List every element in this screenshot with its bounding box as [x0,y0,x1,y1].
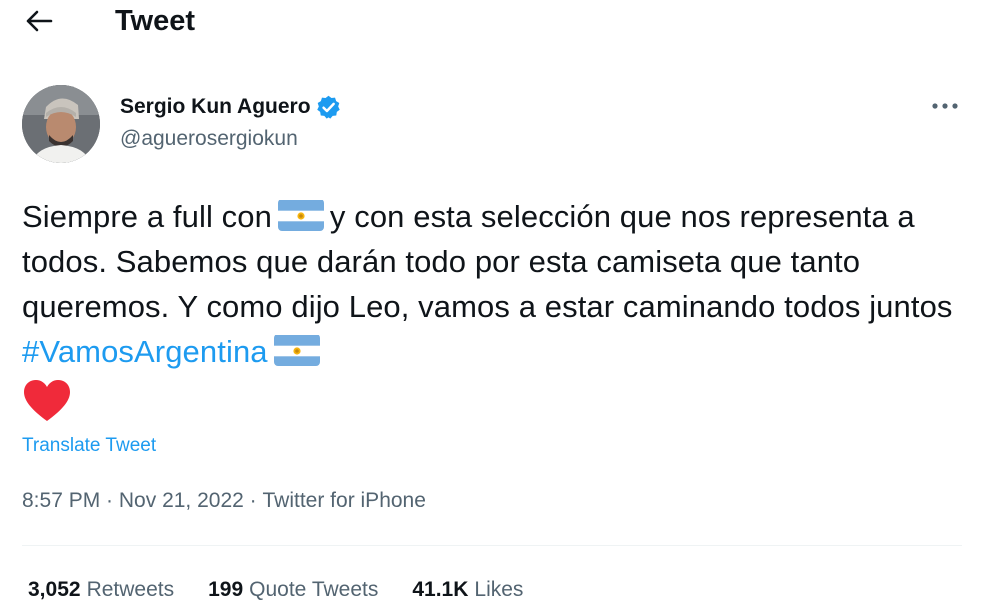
author-display-name[interactable]: Sergio Kun Aguero [120,95,311,119]
quote-tweets-count: 199 [208,578,244,601]
likes-stat[interactable]: 41.1K Likes [412,578,523,602]
more-horizontal-icon [932,103,958,109]
meta-separator: · [243,489,263,512]
tweet-date[interactable]: Nov 21, 2022 [119,489,244,513]
tweet-meta: 8:57 PM · Nov 21, 2022 · Twitter for iPh… [22,489,426,513]
verified-badge-icon [315,94,342,121]
arrow-left-icon [26,10,53,32]
red-heart-icon [22,379,72,423]
profile-photo [22,85,100,163]
tweet-source[interactable]: Twitter for iPhone [263,489,426,513]
meta-separator: · [100,489,119,512]
likes-label: Likes [474,578,524,601]
retweets-count: 3,052 [28,578,81,601]
quote-tweets-stat[interactable]: 199 Quote Tweets [208,578,378,602]
tweet-text: Siempre a full con y con esta selección q… [22,194,962,423]
page-title: Tweet [115,5,196,37]
avatar[interactable] [22,85,100,163]
retweets-stat[interactable]: 3,052 Retweets [28,578,174,602]
back-button[interactable] [22,4,56,38]
quote-tweets-label: Quote Tweets [249,578,379,601]
likes-count: 41.1K [412,578,469,601]
argentina-flag-icon [273,334,320,366]
author-name-row: Sergio Kun Aguero [120,92,342,122]
argentina-flag-icon [277,199,324,231]
divider [22,545,962,546]
retweets-label: Retweets [86,578,175,601]
tweet-stats: 3,052 Retweets 199 Quote Tweets 41.1K Li… [28,578,523,602]
author-handle[interactable]: @aguerosergiokun [120,127,298,151]
tweet-text-part-1: Siempre a full con [22,199,272,234]
translate-tweet-link[interactable]: Translate Tweet [22,435,156,457]
more-options-button[interactable] [928,96,962,116]
tweet-header: Tweet [0,0,992,44]
hashtag-link[interactable]: #VamosArgentina [22,334,268,369]
tweet-time[interactable]: 8:57 PM [22,489,100,513]
